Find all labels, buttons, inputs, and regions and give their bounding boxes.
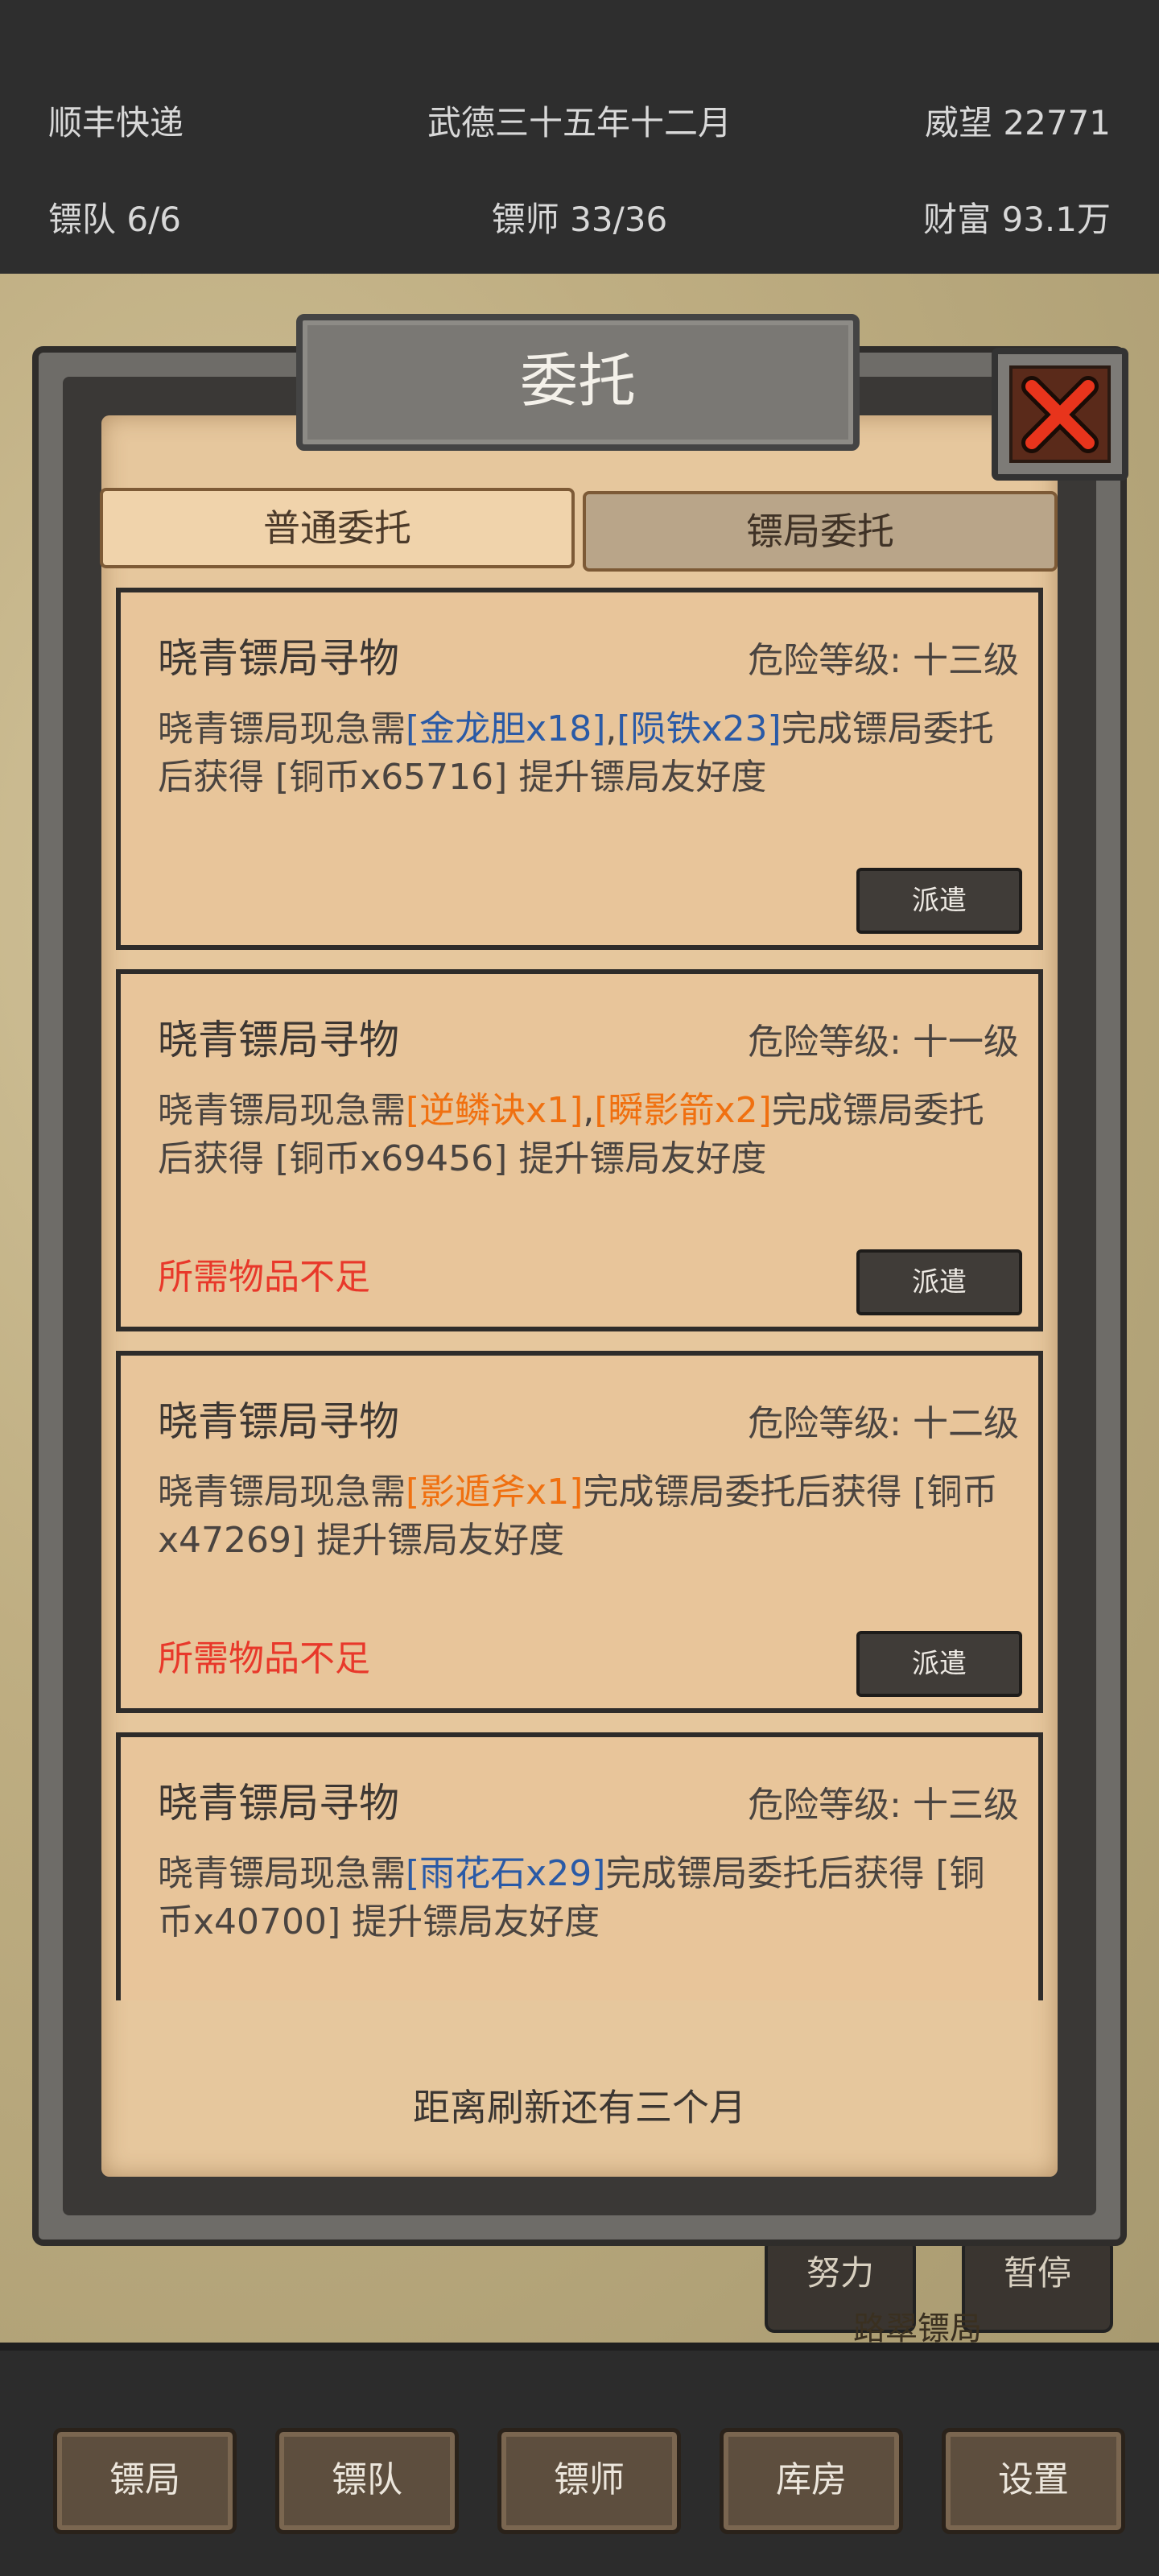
refresh-countdown: 距离刷新还有三个月 xyxy=(413,2086,746,2129)
commission-card: 晓青镖局寻物 危险等级: 十三级 晓青镖局现急需[金龙胆x18],[陨铁x23]… xyxy=(116,588,1043,950)
danger-level: 危险等级: 十三级 xyxy=(748,640,1019,681)
commission-title: 晓青镖局寻物 xyxy=(158,1398,399,1445)
bottom-nav: 镖局 镖队 镖师 库房 设置 xyxy=(0,2343,1159,2576)
commission-description: 晓青镖局现急需[逆鳞诀x1],[瞬影箭x2]完成镖局委托后获得 [铜币x6945… xyxy=(158,1090,984,1179)
desc-prefix: 晓青镖局现急需 xyxy=(158,1472,406,1513)
commission-list[interactable]: 晓青镖局寻物 危险等级: 十三级 晓青镖局现急需[金龙胆x18],[陨铁x23]… xyxy=(116,588,1043,2000)
commission-description: 晓青镖局现急需[影遁斧x1]完成镖局委托后获得 [铜币x47269] 提升镖局友… xyxy=(158,1468,1003,1565)
dialog-title: 委托 xyxy=(519,347,636,415)
status-row-1: 顺丰快递 武德三十五年十二月 威望 22771 xyxy=(48,95,1111,151)
team-count: 镖队 6/6 xyxy=(48,200,181,239)
tab-agency-commission[interactable]: 镖局委托 xyxy=(583,491,1058,572)
game-date: 武德三十五年十二月 xyxy=(427,103,732,142)
desc-prefix: 晓青镖局现急需 xyxy=(158,1853,406,1894)
dispatch-button[interactable]: 派遣 xyxy=(856,868,1022,934)
commission-card: 晓青镖局寻物 危险等级: 十三级 晓青镖局现急需[雨花石x29]完成镖局委托后获… xyxy=(116,1732,1043,2000)
prestige-value: 威望 22771 xyxy=(925,103,1111,142)
nav-team-button[interactable]: 镖队 xyxy=(275,2428,459,2534)
required-item: [雨花石x29] xyxy=(406,1853,606,1894)
commission-description: 晓青镖局现急需[雨花石x29]完成镖局委托后获得 [铜币x40700] 提升镖局… xyxy=(158,1850,1003,1946)
wealth-value: 财富 93.1万 xyxy=(923,200,1111,239)
escort-count: 镖师 33/36 xyxy=(491,200,668,239)
danger-level: 危险等级: 十一级 xyxy=(748,1022,1019,1063)
status-header: 顺丰快递 武德三十五年十二月 威望 22771 镖队 6/6 镖师 33/36 … xyxy=(0,0,1159,274)
nav-settings-button[interactable]: 设置 xyxy=(942,2428,1125,2534)
danger-level: 危险等级: 十三级 xyxy=(748,1785,1019,1826)
commission-title: 晓青镖局寻物 xyxy=(158,1017,399,1063)
commission-description: 晓青镖局现急需[金龙胆x18],[陨铁x23]完成镖局委托后获得 [铜币x657… xyxy=(158,708,994,798)
danger-level: 危险等级: 十二级 xyxy=(748,1403,1019,1444)
company-name: 顺丰快递 xyxy=(48,103,184,142)
commission-card: 晓青镖局寻物 危险等级: 十二级 晓青镖局现急需[影遁斧x1]完成镖局委托后获得… xyxy=(116,1351,1043,1713)
nav-agency-button[interactable]: 镖局 xyxy=(53,2428,237,2534)
insufficient-warning: 所需物品不足 xyxy=(158,1257,370,1298)
dispatch-button[interactable]: 派遣 xyxy=(856,1249,1022,1315)
insufficient-warning: 所需物品不足 xyxy=(158,1638,370,1679)
tab-normal-commission[interactable]: 普通委托 xyxy=(100,488,575,568)
nav-escort-button[interactable]: 镖师 xyxy=(497,2428,681,2534)
desc-prefix: 晓青镖局现急需 xyxy=(158,1090,406,1131)
map-button-pause[interactable]: 暂停 xyxy=(962,2238,1113,2333)
required-item: [金龙胆x18] xyxy=(406,708,606,749)
commission-card: 晓青镖局寻物 危险等级: 十一级 晓青镖局现急需[逆鳞诀x1],[瞬影箭x2]完… xyxy=(116,969,1043,1331)
commission-title: 晓青镖局寻物 xyxy=(158,1780,399,1827)
required-item: [瞬影箭x2] xyxy=(594,1090,772,1131)
close-button[interactable] xyxy=(992,348,1128,481)
dialog-title-plate: 委托 xyxy=(296,314,860,451)
required-item: [影遁斧x1] xyxy=(406,1472,584,1513)
commission-title: 晓青镖局寻物 xyxy=(158,635,399,682)
required-item: [陨铁x23] xyxy=(617,708,782,749)
close-button-face[interactable] xyxy=(1009,365,1111,463)
nav-warehouse-button[interactable]: 库房 xyxy=(720,2428,903,2534)
desc-prefix: 晓青镖局现急需 xyxy=(158,708,406,749)
status-row-2: 镖队 6/6 镖师 33/36 财富 93.1万 xyxy=(48,192,1111,248)
dispatch-button[interactable]: 派遣 xyxy=(856,1631,1022,1697)
required-item: [逆鳞诀x1] xyxy=(406,1090,584,1131)
close-icon xyxy=(1021,375,1099,453)
